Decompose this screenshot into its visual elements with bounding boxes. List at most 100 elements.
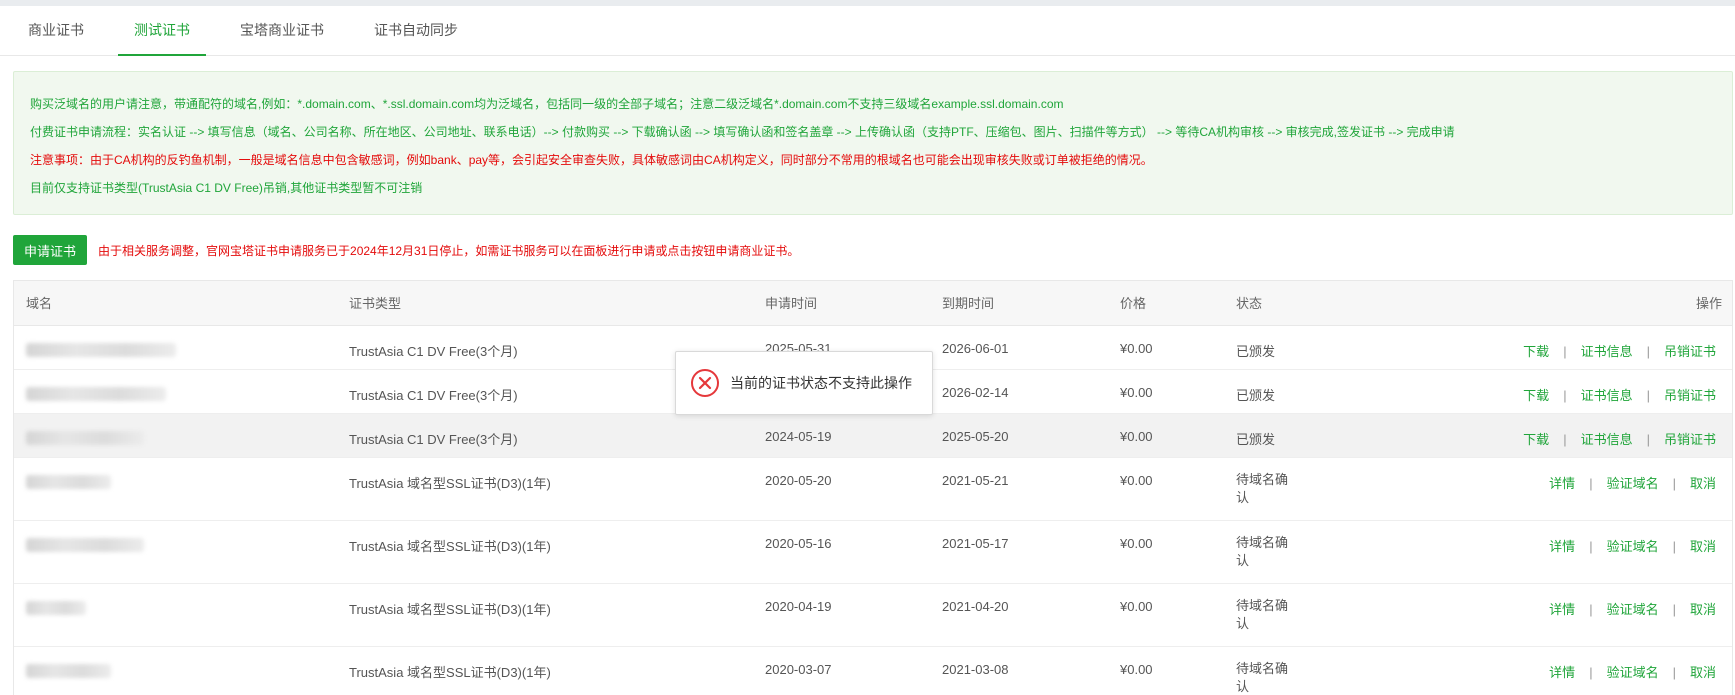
separator: | bbox=[1672, 664, 1676, 680]
price-cell: ¥0.00 bbox=[1108, 413, 1224, 458]
header-price: 价格 bbox=[1108, 281, 1224, 326]
price-cell: ¥0.00 bbox=[1108, 520, 1224, 584]
status-text: 待域名确认 bbox=[1236, 471, 1289, 505]
details-link[interactable]: 详情 bbox=[1549, 539, 1575, 554]
status-text: 待域名确认 bbox=[1236, 534, 1289, 568]
error-toast: 当前的证书状态不支持此操作 bbox=[675, 351, 933, 415]
separator: | bbox=[1672, 601, 1676, 617]
redacted-domain bbox=[26, 537, 144, 552]
expire-time-cell: 2021-05-17 bbox=[930, 520, 1108, 584]
header-domain: 域名 bbox=[14, 281, 337, 326]
verify-domain-link[interactable]: 验证域名 bbox=[1607, 476, 1659, 491]
status-cell: 已颁发 bbox=[1224, 369, 1364, 414]
download-link[interactable]: 下载 bbox=[1523, 344, 1549, 359]
ops-cell: 下载 | 证书信息 | 吊销证书 bbox=[1364, 413, 1732, 458]
separator: | bbox=[1672, 538, 1676, 554]
ops-cell: 详情 | 验证域名 | 取消 bbox=[1364, 583, 1732, 647]
revoke-cert-link[interactable]: 吊销证书 bbox=[1664, 432, 1716, 447]
separator: | bbox=[1672, 475, 1676, 491]
notice-process: 付费证书申请流程：实名认证 --> 填写信息（域名、公司名称、所在地区、公司地址… bbox=[30, 125, 1455, 139]
error-circle-icon bbox=[691, 369, 719, 397]
details-link[interactable]: 详情 bbox=[1549, 665, 1575, 680]
download-link[interactable]: 下载 bbox=[1523, 432, 1549, 447]
separator: | bbox=[1589, 664, 1593, 680]
separator: | bbox=[1563, 343, 1567, 359]
tab-bar: 商业证书 测试证书 宝塔商业证书 证书自动同步 bbox=[0, 6, 1735, 56]
header-status: 状态 bbox=[1224, 281, 1364, 326]
price-cell: ¥0.00 bbox=[1108, 457, 1224, 521]
type-cell: TrustAsia C1 DV Free(3个月) bbox=[337, 413, 753, 458]
tab-commercial-cert[interactable]: 商业证书 bbox=[12, 5, 100, 55]
tab-test-cert[interactable]: 测试证书 bbox=[118, 5, 206, 56]
expire-time-cell: 2021-04-20 bbox=[930, 583, 1108, 647]
header-apply-time: 申请时间 bbox=[753, 281, 930, 326]
separator: | bbox=[1589, 601, 1593, 617]
ops-cell: 详情 | 验证域名 | 取消 bbox=[1364, 457, 1732, 521]
price-cell: ¥0.00 bbox=[1108, 369, 1224, 414]
cancel-link[interactable]: 取消 bbox=[1690, 602, 1716, 617]
status-text: 待域名确认 bbox=[1236, 597, 1289, 631]
cert-info-link[interactable]: 证书信息 bbox=[1581, 388, 1633, 403]
type-cell: TrustAsia 域名型SSL证书(D3)(1年) bbox=[337, 646, 753, 695]
redacted-domain bbox=[26, 430, 144, 445]
redacted-domain bbox=[26, 474, 111, 489]
action-bar: 申请证书 由于相关服务调整，官网宝塔证书申请服务已于2024年12月31日停止，… bbox=[13, 235, 799, 265]
verify-domain-link[interactable]: 验证域名 bbox=[1607, 539, 1659, 554]
ops-cell: 下载 | 证书信息 | 吊销证书 bbox=[1364, 325, 1732, 370]
cancel-link[interactable]: 取消 bbox=[1690, 476, 1716, 491]
status-text: 待域名确认 bbox=[1236, 660, 1289, 694]
status-cell: 待域名确认 bbox=[1224, 646, 1364, 695]
details-link[interactable]: 详情 bbox=[1549, 602, 1575, 617]
price-cell: ¥0.00 bbox=[1108, 646, 1224, 695]
ops-cell: 详情 | 验证域名 | 取消 bbox=[1364, 646, 1732, 695]
notice-wildcard: 购买泛域名的用户请注意，带通配符的域名,例如：*.domain.com、*.ss… bbox=[30, 97, 1064, 111]
expire-time-cell: 2021-05-21 bbox=[930, 457, 1108, 521]
separator: | bbox=[1563, 387, 1567, 403]
expire-time-cell: 2026-02-14 bbox=[930, 369, 1108, 414]
separator: | bbox=[1589, 538, 1593, 554]
domain-cell bbox=[14, 457, 337, 521]
apply-time-cell: 2020-03-07 bbox=[753, 646, 930, 695]
table-row: TrustAsia 域名型SSL证书(D3)(1年) 2020-05-16 20… bbox=[14, 520, 1732, 584]
price-cell: ¥0.00 bbox=[1108, 583, 1224, 647]
separator: | bbox=[1646, 387, 1650, 403]
table-header-row: 域名 证书类型 申请时间 到期时间 价格 状态 操作 bbox=[14, 281, 1732, 326]
domain-cell bbox=[14, 583, 337, 647]
separator: | bbox=[1646, 431, 1650, 447]
cert-table-container: 域名 证书类型 申请时间 到期时间 价格 状态 操作 TrustAsia C1 … bbox=[13, 280, 1733, 695]
revoke-cert-link[interactable]: 吊销证书 bbox=[1664, 344, 1716, 359]
download-link[interactable]: 下载 bbox=[1523, 388, 1549, 403]
domain-cell bbox=[14, 646, 337, 695]
cert-table: 域名 证书类型 申请时间 到期时间 价格 状态 操作 TrustAsia C1 … bbox=[14, 281, 1732, 695]
table-row: TrustAsia 域名型SSL证书(D3)(1年) 2020-04-19 20… bbox=[14, 583, 1732, 647]
redacted-domain bbox=[26, 342, 176, 357]
verify-domain-link[interactable]: 验证域名 bbox=[1607, 665, 1659, 680]
price-cell: ¥0.00 bbox=[1108, 325, 1224, 370]
header-ops: 操作 bbox=[1364, 281, 1732, 326]
table-row: TrustAsia 域名型SSL证书(D3)(1年) 2020-03-07 20… bbox=[14, 646, 1732, 695]
cancel-link[interactable]: 取消 bbox=[1690, 665, 1716, 680]
expire-time-cell: 2025-05-20 bbox=[930, 413, 1108, 458]
tab-bt-commercial-cert[interactable]: 宝塔商业证书 bbox=[224, 5, 340, 55]
tab-cert-auto-sync[interactable]: 证书自动同步 bbox=[358, 5, 474, 55]
apply-cert-button[interactable]: 申请证书 bbox=[13, 235, 88, 265]
cert-info-link[interactable]: 证书信息 bbox=[1581, 432, 1633, 447]
type-cell: TrustAsia 域名型SSL证书(D3)(1年) bbox=[337, 457, 753, 521]
status-cell: 已颁发 bbox=[1224, 325, 1364, 370]
details-link[interactable]: 详情 bbox=[1549, 476, 1575, 491]
domain-cell bbox=[14, 325, 337, 370]
cert-info-link[interactable]: 证书信息 bbox=[1581, 344, 1633, 359]
service-stop-notice: 由于相关服务调整，官网宝塔证书申请服务已于2024年12月31日停止，如需证书服… bbox=[98, 243, 800, 258]
info-notice-box: 购买泛域名的用户请注意，带通配符的域名,例如：*.domain.com、*.ss… bbox=[13, 71, 1733, 215]
table-row: TrustAsia C1 DV Free(3个月) 2024-05-19 202… bbox=[14, 413, 1732, 458]
revoke-cert-link[interactable]: 吊销证书 bbox=[1664, 388, 1716, 403]
apply-time-cell: 2020-04-19 bbox=[753, 583, 930, 647]
header-expire-time: 到期时间 bbox=[930, 281, 1108, 326]
separator: | bbox=[1589, 475, 1593, 491]
toast-message: 当前的证书状态不支持此操作 bbox=[730, 375, 912, 391]
notice-revoke: 目前仅支持证书类型(TrustAsia C1 DV Free)吊销,其他证书类型… bbox=[30, 181, 423, 195]
cancel-link[interactable]: 取消 bbox=[1690, 539, 1716, 554]
status-cell: 待域名确认 bbox=[1224, 520, 1364, 584]
separator: | bbox=[1646, 343, 1650, 359]
verify-domain-link[interactable]: 验证域名 bbox=[1607, 602, 1659, 617]
